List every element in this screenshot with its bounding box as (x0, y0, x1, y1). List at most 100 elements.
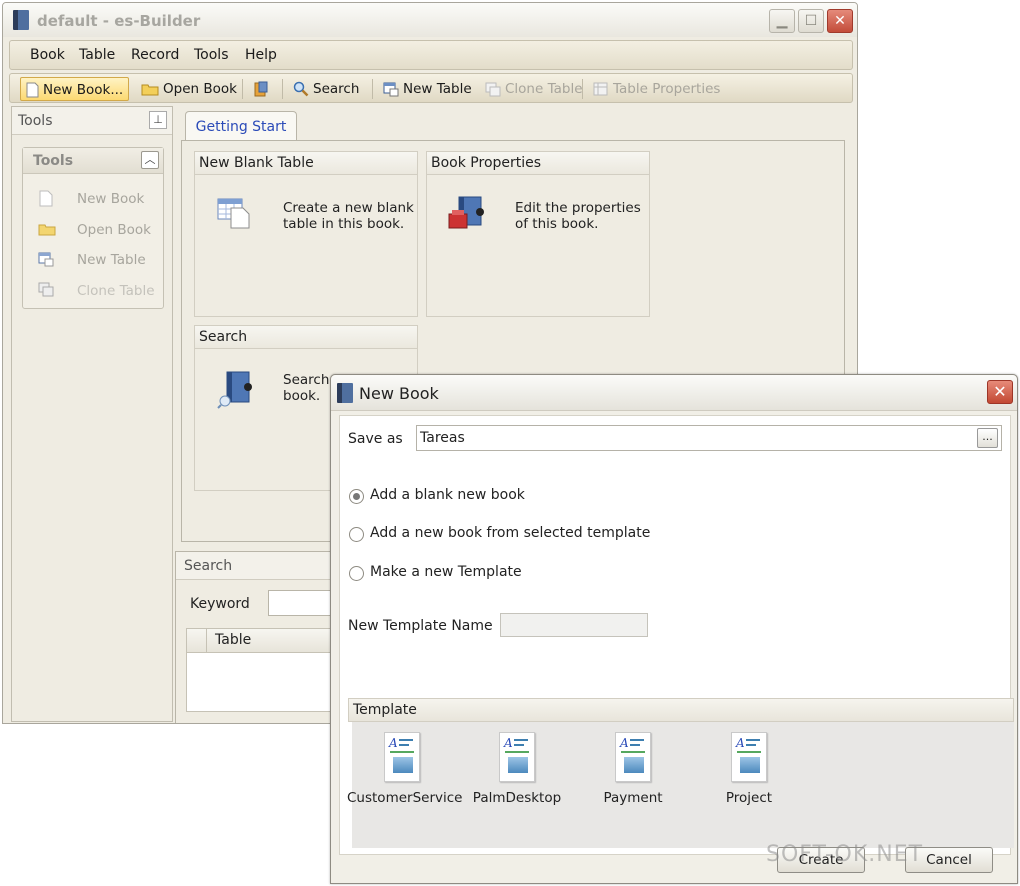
book-properties-icon (254, 81, 268, 97)
card-desc-line1: Create a new blank (283, 200, 414, 216)
template-list: A CustomerService A PalmDesktop A Paymen… (347, 722, 1014, 848)
card-title: New Blank Table (195, 152, 417, 175)
table-properties-label: Table Properties (613, 81, 721, 97)
clone-table-button[interactable]: Clone Table (480, 77, 588, 101)
new-book-tool-icon (39, 190, 53, 211)
watermark: SOFT-OK.NET (766, 842, 924, 867)
row-selector-header (187, 629, 207, 653)
template-name-label: New Template Name (348, 618, 493, 634)
clone-table-icon (485, 82, 501, 96)
title-bar[interactable]: default - es-Builder ▁ ☐ ✕ (3, 3, 857, 37)
template-name: Payment (603, 790, 663, 806)
save-as-field[interactable]: Tareas ... (416, 425, 1002, 451)
template-name-input[interactable] (500, 613, 648, 637)
menu-table[interactable]: Table (79, 47, 115, 63)
document-icon: A (615, 732, 651, 782)
toolbar: New Book... Open Book Search New Table C… (9, 73, 853, 103)
open-book-label: Open Book (163, 81, 237, 97)
tool-open-book[interactable]: Open Book (77, 222, 151, 238)
dialog-app-icon (337, 383, 353, 403)
new-table-tool-icon (38, 252, 55, 271)
search-button[interactable]: Search (288, 77, 364, 101)
open-folder-icon (141, 84, 159, 96)
toolbar-separator (372, 79, 373, 99)
tool-clone-table[interactable]: Clone Table (77, 283, 155, 299)
new-table-label: New Table (403, 81, 472, 97)
new-table-icon (383, 82, 399, 96)
clone-table-tool-icon (38, 282, 55, 302)
window-title: default - es-Builder (37, 12, 201, 30)
tools-group-header[interactable]: Tools ︿ (23, 148, 163, 174)
save-as-label: Save as (348, 431, 403, 447)
dialog-close-button[interactable]: ✕ (987, 380, 1013, 404)
dialog-title: New Book (359, 384, 439, 403)
toolbar-separator (582, 79, 583, 99)
option-blank-book-label[interactable]: Add a blank new book (370, 487, 525, 503)
search-label: Search (313, 81, 360, 97)
book-properties-icon (448, 196, 484, 229)
search-panel: Search Keyword Table (175, 551, 338, 723)
card-title: Search (195, 326, 417, 349)
template-item[interactable]: A Payment (578, 732, 688, 806)
new-book-button[interactable]: New Book... (20, 77, 130, 101)
table-properties-button[interactable]: Table Properties (588, 77, 725, 101)
template-item[interactable]: A Project (694, 732, 804, 806)
radio-blank-book[interactable] (349, 489, 364, 504)
clone-table-label: Clone Table (505, 81, 583, 97)
radio-from-template[interactable] (349, 527, 364, 542)
close-button[interactable]: ✕ (827, 9, 853, 33)
browse-button[interactable]: ... (977, 428, 998, 448)
minimize-button[interactable]: ▁ (769, 9, 795, 33)
template-item[interactable]: A CustomerService (347, 732, 463, 806)
app-icon (13, 10, 29, 30)
search-panel-header: Search (176, 552, 334, 580)
tools-group-title: Tools (33, 153, 74, 169)
card-title: Book Properties (427, 152, 649, 175)
new-book-dialog: New Book ✕ Save as Tareas ... Add a blan… (330, 374, 1018, 884)
new-book-icon (26, 82, 39, 98)
template-name: Project (725, 790, 773, 806)
new-table-button[interactable]: New Table (378, 77, 477, 101)
document-icon: A (384, 732, 420, 782)
search-results-table: Table (186, 628, 336, 712)
template-item[interactable]: A PalmDesktop (462, 732, 572, 806)
card-desc-line2: book. (283, 388, 321, 404)
card-desc-line1: Edit the properties (515, 200, 641, 216)
tab-getting-start[interactable]: Getting Start (185, 111, 297, 141)
tools-panel: Tools ⊥ Tools ︿ New Book Open Book New T… (11, 106, 173, 722)
template-name: CustomerService (347, 790, 463, 806)
column-header-table[interactable]: Table (215, 632, 251, 648)
option-from-template-label[interactable]: Add a new book from selected template (370, 525, 650, 541)
book-properties-button[interactable] (248, 77, 278, 101)
dialog-title-bar[interactable]: New Book ✕ (331, 375, 1017, 411)
tools-group: Tools ︿ New Book Open Book New Table Clo… (22, 147, 164, 309)
document-icon: A (499, 732, 535, 782)
menu-tools[interactable]: Tools (194, 47, 229, 63)
new-book-label: New Book... (43, 82, 124, 98)
tool-new-book[interactable]: New Book (77, 191, 144, 207)
open-book-button[interactable]: Open Book (136, 77, 242, 101)
menu-bar: Book Table Record Tools Help (9, 40, 853, 70)
menu-record[interactable]: Record (131, 47, 179, 63)
tool-new-table[interactable]: New Table (77, 252, 146, 268)
option-make-template-label[interactable]: Make a new Template (370, 564, 522, 580)
keyword-input[interactable] (268, 590, 338, 616)
radio-make-template[interactable] (349, 566, 364, 581)
new-blank-table-card[interactable]: New Blank Table Create a new blank table… (194, 151, 418, 317)
dialog-body: Save as Tareas ... Add a blank new book … (339, 415, 1014, 855)
toolbar-separator (282, 79, 283, 99)
card-desc-line2: of this book. (515, 216, 599, 232)
open-book-tool-icon (38, 222, 56, 240)
template-section-header: Template (348, 698, 1014, 722)
search-book-icon (217, 371, 252, 409)
new-blank-table-icon (217, 198, 250, 229)
pin-icon[interactable]: ⊥ (149, 111, 167, 129)
keyword-label: Keyword (190, 596, 250, 612)
menu-book[interactable]: Book (30, 47, 65, 63)
maximize-button[interactable]: ☐ (798, 9, 824, 33)
toolbar-separator (242, 79, 243, 99)
collapse-chevron-icon[interactable]: ︿ (141, 151, 159, 169)
document-icon: A (731, 732, 767, 782)
book-properties-card[interactable]: Book Properties Edit the properties of t… (426, 151, 650, 317)
menu-help[interactable]: Help (245, 47, 277, 63)
